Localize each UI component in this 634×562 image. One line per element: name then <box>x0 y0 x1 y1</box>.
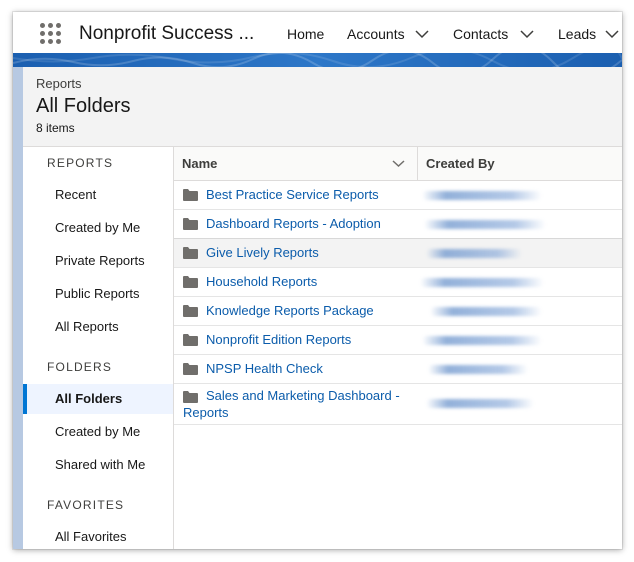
item-count: 8 items <box>36 121 75 135</box>
sidebar-item-label: Shared with Me <box>55 457 146 472</box>
sidebar-item-label: Private Reports <box>55 253 145 268</box>
sidebar-item-label: All Favorites <box>55 529 127 544</box>
sidebar-item-created-by-me[interactable]: Created by Me <box>23 213 173 243</box>
nav-item-contacts[interactable]: Contacts <box>453 26 508 42</box>
sidebar-item-public-reports[interactable]: Public Reports <box>23 279 173 309</box>
folder-link[interactable]: Give Lively Reports <box>206 245 319 260</box>
sidebar-item-shared-with-me[interactable]: Shared with Me <box>23 450 173 480</box>
sidebar-item-all-reports[interactable]: All Reports <box>23 312 173 342</box>
sidebar-item-label: Created by Me <box>55 220 141 235</box>
sidebar-item-folders-created-by-me[interactable]: Created by Me <box>23 417 173 447</box>
table-row: Sales and Marketing Dashboard - Reports <box>174 384 622 425</box>
sidebar-item-all-favorites[interactable]: All Favorites <box>23 522 173 549</box>
folder-icon <box>183 334 198 346</box>
folder-link[interactable]: NPSP Health Check <box>206 361 323 376</box>
nav-item-accounts[interactable]: Accounts <box>347 26 405 42</box>
redacted-created-by <box>428 365 528 374</box>
folder-link[interactable]: Household Reports <box>206 274 317 289</box>
sidebar-item-private-reports[interactable]: Private Reports <box>23 246 173 276</box>
leads-chevron-down-icon[interactable] <box>605 29 619 39</box>
redacted-created-by <box>422 336 542 345</box>
table-row: Household Reports <box>174 268 622 297</box>
sidebar-heading-reports: REPORTS <box>47 156 114 170</box>
sidebar-item-recent[interactable]: Recent <box>23 180 173 210</box>
folder-icon <box>183 247 198 259</box>
banner-pattern-icon <box>13 53 622 67</box>
nav-item-leads[interactable]: Leads <box>558 26 596 42</box>
nav-item-home[interactable]: Home <box>287 26 324 42</box>
sidebar-item-label: All Folders <box>55 391 123 406</box>
folder-icon <box>183 189 198 201</box>
redacted-created-by <box>424 220 546 229</box>
global-nav: Nonprofit Success ... Home Accounts Cont… <box>13 12 622 54</box>
sidebar-item-label: Recent <box>55 187 97 202</box>
redacted-created-by <box>430 307 542 316</box>
app-launcher-icon[interactable] <box>40 23 62 45</box>
accounts-chevron-down-icon[interactable] <box>415 29 429 39</box>
folder-link[interactable]: Knowledge Reports Package <box>206 303 374 318</box>
redacted-created-by <box>420 278 544 287</box>
folder-link[interactable]: Sales and Marketing Dashboard - Reports <box>183 387 415 421</box>
contacts-chevron-down-icon[interactable] <box>520 29 534 39</box>
sidebar-item-label: Created by Me <box>55 424 141 439</box>
column-header-created-by[interactable]: Created By <box>418 147 622 181</box>
page-header: Reports All Folders 8 items <box>23 67 622 147</box>
folder-icon <box>183 363 198 375</box>
table-row: Knowledge Reports Package <box>174 297 622 326</box>
table-row: Nonprofit Edition Reports <box>174 326 622 355</box>
sidebar-item-label: All Reports <box>55 319 119 334</box>
folder-link[interactable]: Dashboard Reports - Adoption <box>206 216 381 231</box>
sidebar-item-label: Public Reports <box>55 286 140 301</box>
sidebar-heading-folders: FOLDERS <box>47 360 113 374</box>
breadcrumb[interactable]: Reports <box>36 76 82 91</box>
sidebar-heading-favorites: FAVORITES <box>47 498 125 512</box>
sidebar-item-all-folders[interactable]: All Folders <box>23 384 173 414</box>
redacted-created-by <box>422 191 542 200</box>
redacted-created-by <box>426 249 522 258</box>
folder-link[interactable]: Best Practice Service Reports <box>206 187 379 202</box>
app-window: Nonprofit Success ... Home Accounts Cont… <box>13 12 622 549</box>
column-header-name[interactable]: Name <box>174 147 418 181</box>
reports-sidebar: REPORTS Recent Created by Me Private Rep… <box>23 147 174 549</box>
folder-icon <box>183 218 198 230</box>
table-row: Dashboard Reports - Adoption <box>174 210 622 239</box>
table-row: NPSP Health Check <box>174 355 622 384</box>
redacted-created-by <box>426 399 534 408</box>
table-row: Give Lively Reports <box>174 238 622 268</box>
folder-icon <box>183 305 198 317</box>
table-row: Best Practice Service Reports <box>174 181 622 210</box>
column-header-label: Created By <box>426 156 495 171</box>
header-banner <box>13 53 622 67</box>
folders-table: Name Created By Best Practice Service Re… <box>174 147 622 549</box>
column-header-label: Name <box>182 156 218 171</box>
folder-link[interactable]: Nonprofit Edition Reports <box>206 332 351 347</box>
chevron-down-icon[interactable] <box>392 159 405 168</box>
page-title: All Folders <box>36 95 131 117</box>
left-edge-strip <box>13 67 23 549</box>
folder-icon <box>183 276 198 288</box>
app-name: Nonprofit Success ... <box>79 23 255 44</box>
